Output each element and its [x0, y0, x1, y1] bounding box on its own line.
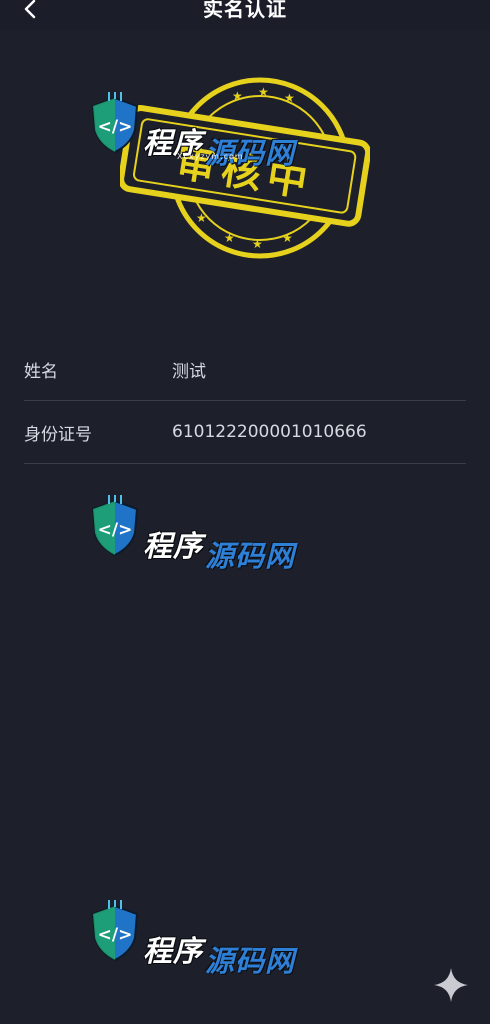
sparkle-icon: [434, 968, 468, 1002]
id-number-label: 身份证号: [24, 424, 92, 445]
page-title: 实名认证: [203, 0, 287, 21]
watermark-logo: </> 程序 源码网 Xcxyzym.com: [85, 92, 305, 182]
id-number-value: 610122200001010666: [172, 422, 367, 442]
info-row-name: 姓名 测试: [24, 338, 466, 401]
identity-info-list: 姓名 测试 身份证号 610122200001010666: [24, 338, 466, 464]
watermark-logo: </> 程序 源码网: [85, 900, 305, 990]
watermark-text-blue: 源码网: [205, 539, 296, 573]
watermark-logo: </> 程序 源码网: [85, 495, 305, 585]
svg-text:★: ★: [196, 211, 207, 225]
watermark-text-dark: 程序: [143, 934, 204, 968]
info-row-id-number: 身份证号 610122200001010666: [24, 401, 466, 464]
code-shield-icon: </>: [91, 495, 139, 557]
code-shield-icon: </>: [91, 92, 139, 154]
svg-text:</>: </>: [98, 925, 133, 945]
watermark-subtext: Xcxyzym.com: [177, 152, 244, 161]
svg-text:★: ★: [282, 231, 293, 245]
header-bar: 实名认证: [0, 0, 490, 30]
svg-text:★: ★: [252, 237, 263, 251]
watermark-text-dark: 程序: [143, 529, 204, 563]
name-label: 姓名: [24, 361, 58, 382]
name-value: 测试: [172, 361, 206, 382]
svg-text:★: ★: [224, 231, 235, 245]
svg-text:</>: </>: [98, 117, 133, 137]
watermark-text-blue: 源码网: [205, 136, 296, 170]
code-shield-icon: </>: [91, 900, 139, 962]
watermark-text-blue: 源码网: [205, 944, 296, 978]
svg-text:</>: </>: [98, 520, 133, 540]
